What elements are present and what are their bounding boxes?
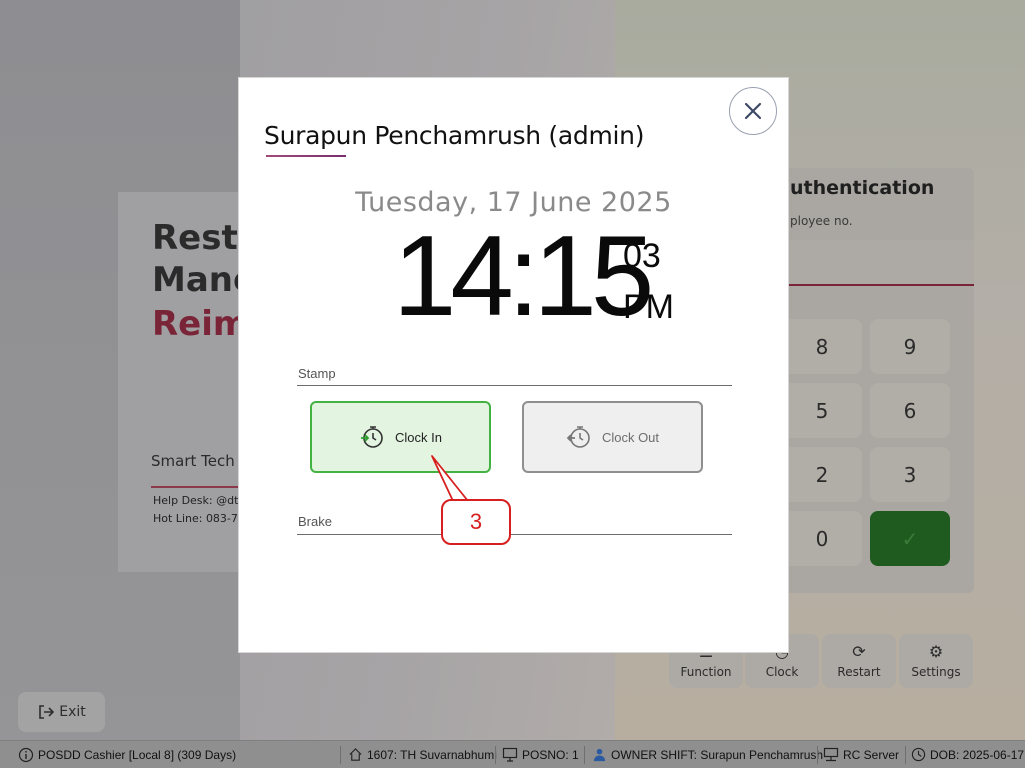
status-owner-shift-text: OWNER SHIFT: Surapun Penchamrush: [611, 747, 824, 762]
current-time: 14:15: [393, 213, 654, 340]
clock-dialog: [238, 77, 789, 653]
status-app: POSDD Cashier [Local 8] (309 Days): [18, 747, 236, 763]
function-label: Function: [680, 665, 732, 679]
gear-icon: ⚙: [928, 642, 944, 661]
status-separator: [584, 746, 585, 764]
keypad-key-6[interactable]: 6: [870, 383, 950, 438]
help-desk-text: Help Desk: @dts: [153, 494, 245, 507]
status-branch: 1607: TH Suvarnabhumi: [348, 747, 497, 762]
restart-label: Restart: [837, 665, 881, 679]
server-icon: [823, 747, 839, 762]
status-separator: [340, 746, 341, 764]
authentication-subtitle: ployee no.: [790, 214, 853, 228]
keypad-key-3[interactable]: 3: [870, 447, 950, 502]
keypad-key-8[interactable]: 8: [782, 319, 862, 374]
user-name-underline: [266, 155, 346, 157]
settings-label: Settings: [911, 665, 961, 679]
clock-in-label: Clock In: [395, 429, 442, 445]
home-icon: [349, 748, 362, 761]
status-posno: POSNO: 1: [502, 747, 579, 762]
status-server: RC Server: [823, 747, 899, 762]
brand-title-line-3: Reim: [152, 304, 249, 344]
hot-line-text: Hot Line: 083-70: [153, 512, 245, 525]
current-seconds: 03: [623, 237, 661, 275]
brake-section-label: Brake: [298, 514, 332, 529]
brake-divider: [297, 534, 732, 535]
authentication-title: uthentication: [790, 177, 935, 199]
keypad-confirm-button[interactable]: ✓: [870, 511, 950, 566]
company-name: Smart Tech: [151, 452, 235, 470]
clock-in-icon: [361, 426, 383, 448]
dialog-user-name: Surapun Penchamrush (admin): [264, 121, 645, 150]
keypad-key-9[interactable]: 9: [870, 319, 950, 374]
status-app-text: POSDD Cashier [Local 8] (309 Days): [38, 748, 237, 762]
status-branch-text: 1607: TH Suvarnabhumi: [367, 747, 497, 762]
employee-number-input[interactable]: [788, 240, 974, 286]
clock-out-button[interactable]: Clock Out: [522, 401, 703, 473]
status-dob-text: DOB: 2025-06-17: [930, 747, 1025, 762]
restart-button[interactable]: ⟳ Restart: [822, 634, 896, 688]
clock-label: Clock: [765, 665, 799, 679]
company-divider: [151, 486, 241, 488]
keypad-key-0[interactable]: 0: [782, 511, 862, 566]
status-posno-text: POSNO: 1: [522, 747, 579, 762]
monitor-icon: [502, 747, 518, 762]
stamp-divider: [297, 385, 732, 386]
clock-out-label: Clock Out: [601, 429, 660, 445]
exit-button[interactable]: Exit: [18, 692, 105, 732]
status-server-text: RC Server: [843, 747, 900, 762]
close-icon: [744, 102, 762, 120]
status-separator: [905, 746, 906, 764]
clock-out-icon: [566, 426, 590, 448]
stamp-section-label: Stamp: [298, 366, 336, 381]
status-bar: POSDD Cashier [Local 8] (309 Days) 1607:…: [0, 740, 1025, 768]
current-am-pm: PM: [623, 288, 674, 326]
clock-in-button[interactable]: Clock In: [310, 401, 491, 473]
keypad-key-2[interactable]: 2: [782, 447, 862, 502]
status-separator: [817, 746, 818, 764]
clock-icon: [911, 747, 926, 762]
step-callout-badge: 3: [441, 499, 511, 545]
settings-button[interactable]: ⚙ Settings: [899, 634, 973, 688]
close-button[interactable]: [729, 87, 777, 135]
status-dob: DOB: 2025-06-17: [911, 747, 1024, 762]
status-owner-shift: OWNER SHIFT: Surapun Penchamrush: [592, 747, 823, 762]
check-icon: ✓: [901, 526, 919, 551]
restart-icon: ⟳: [852, 642, 866, 661]
exit-icon: [39, 705, 55, 719]
status-separator: [495, 746, 496, 764]
info-icon: [18, 747, 34, 763]
user-icon: [593, 748, 606, 762]
exit-label: Exit: [59, 704, 86, 720]
keypad-key-5[interactable]: 5: [782, 383, 862, 438]
